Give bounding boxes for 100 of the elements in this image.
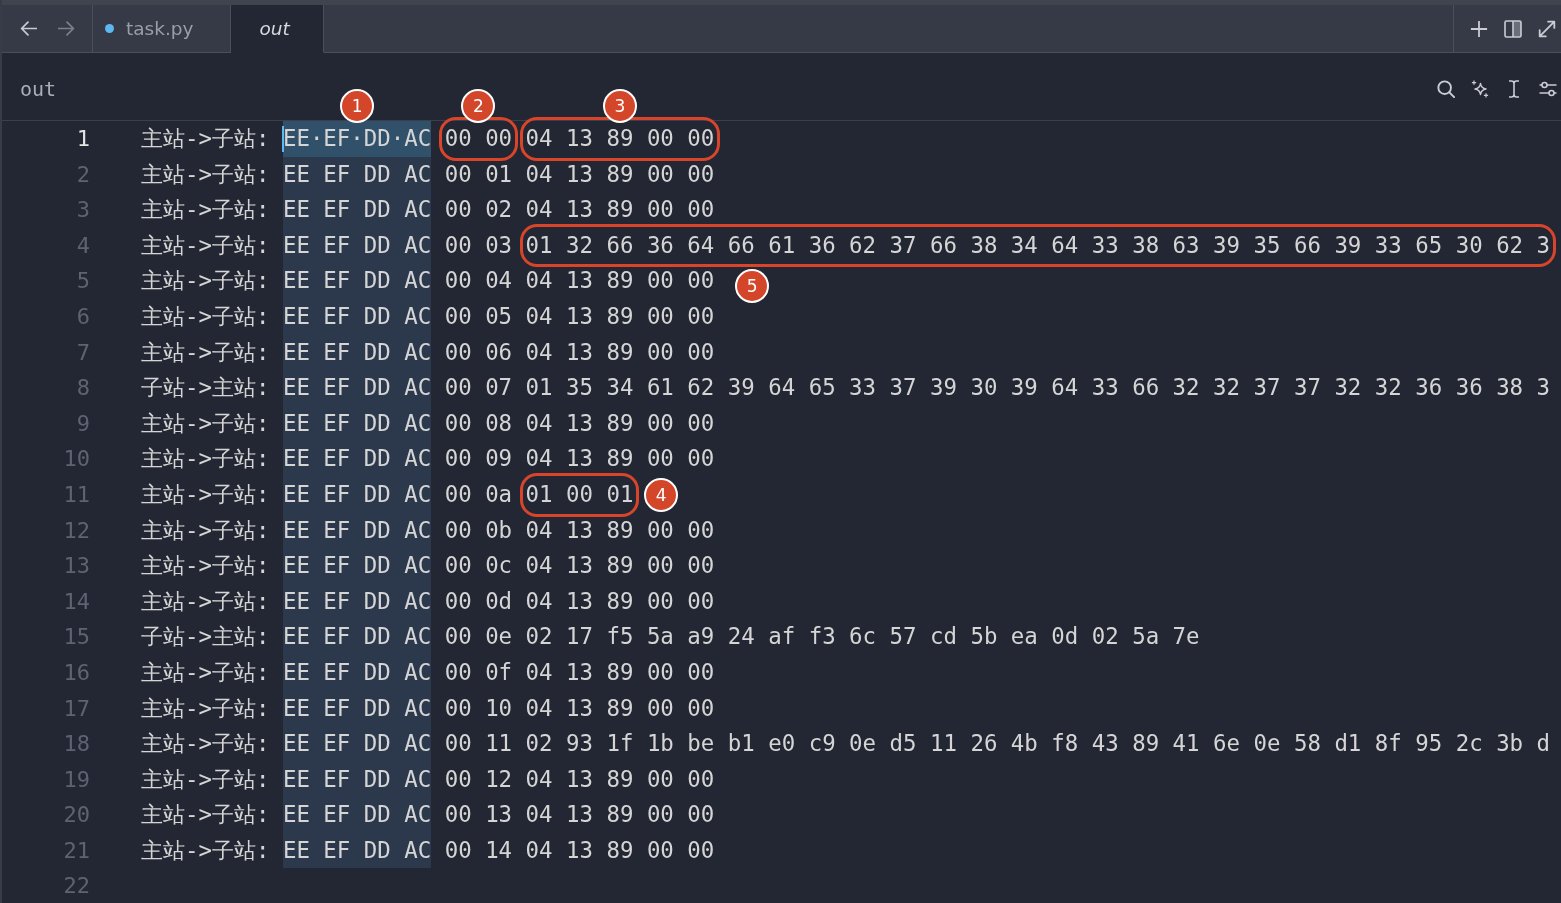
sequence-bytes: 00 03 [444, 231, 513, 258]
search-icon[interactable] [1437, 79, 1455, 98]
panel-title: out [20, 76, 57, 101]
sequence-bytes: 00 04 [444, 267, 513, 294]
line-number: 8 [76, 375, 90, 401]
line-number: 18 [63, 731, 90, 757]
line-number: 4 [76, 232, 90, 258]
payload-bytes: 02 93 1f 1b be b1 e0 c9 0e d5 11 26 4b f8 43 89 41 6e 0e 58 d1 8f 95 2c 3b d [525, 730, 1551, 757]
line-number: 16 [63, 659, 90, 685]
direction-text: 主站->子站: [141, 515, 270, 545]
direction-text: 主站->子站: [141, 266, 270, 296]
direction-text: 子站->主站: [141, 373, 270, 403]
sequence-bytes: 00 13 [444, 801, 513, 828]
header-bytes: EE EF DD AC [282, 441, 432, 477]
number-badge: 1 [340, 89, 375, 123]
editor-tab[interactable]: out [230, 5, 324, 53]
sequence-bytes: 00 07 [444, 374, 513, 401]
direction-text: 主站->子站: [141, 586, 270, 616]
payload-bytes: 04 13 89 00 00 [525, 765, 715, 792]
direction-text: 主站->子站: [141, 729, 270, 759]
editor-tab[interactable]: task.py [93, 5, 231, 53]
arrow-left-icon[interactable] [20, 21, 37, 36]
line-number: 2 [76, 161, 90, 187]
sliders-icon[interactable] [1539, 79, 1557, 98]
direction-text: 主站->子站: [141, 444, 270, 474]
expand-icon[interactable] [1538, 19, 1556, 38]
header-bytes: EE·EF·DD·AC [282, 121, 432, 157]
payload-bytes: 02 17 f5 5a a9 24 af f3 6c 57 cd 5b ea 0d 02 5a 7e [525, 623, 1200, 650]
payload-bytes: 04 13 89 00 00 [525, 516, 715, 543]
line-number: 20 [63, 802, 90, 828]
header-bytes: EE EF DD AC [282, 690, 432, 727]
split-view-icon[interactable] [1504, 19, 1522, 38]
payload-bytes: 04 13 89 00 00 [525, 658, 715, 685]
payload-bytes: 01 00 01 [525, 480, 634, 507]
direction-text: 主站->子站: [141, 693, 270, 723]
direction-text: 主站->子站: [141, 230, 270, 260]
header-bytes: EE EF DD AC [282, 370, 432, 406]
line-number: 19 [63, 766, 90, 792]
header-bytes: EE EF DD AC [282, 512, 432, 549]
line-number: 3 [76, 197, 90, 223]
number-badge: 2 [461, 89, 496, 123]
direction-text: 主站->子站: [141, 835, 270, 865]
sequence-bytes: 00 14 [444, 836, 513, 863]
direction-text: 主站->子站: [141, 337, 270, 367]
sequence-bytes: 00 12 [444, 765, 513, 792]
line-number: 21 [63, 837, 90, 863]
direction-text: 主站->子站: [141, 159, 270, 189]
sequence-bytes: 00 06 [444, 338, 513, 365]
sequence-bytes: 00 05 [444, 302, 513, 329]
line-number: 15 [63, 624, 90, 650]
direction-text: 主站->子站: [141, 124, 270, 153]
sequence-bytes: 00 08 [444, 409, 513, 436]
sequence-bytes: 00 11 [444, 730, 513, 757]
sequence-bytes: 00 02 [444, 196, 513, 223]
sequence-bytes: 00 09 [444, 445, 513, 472]
header-bytes: EE EF DD AC [282, 334, 432, 371]
direction-text: 主站->子站: [141, 408, 270, 438]
header-bytes: EE EF DD AC [282, 298, 432, 335]
number-badge: 3 [602, 89, 637, 123]
direction-text: 主站->子站: [141, 764, 270, 794]
plus-icon[interactable] [1470, 19, 1488, 38]
header-bytes: EE EF DD AC [282, 476, 432, 513]
line-number: 9 [76, 410, 90, 436]
direction-text: 主站->子站: [141, 301, 270, 331]
direction-text: 主站->子站: [141, 800, 270, 830]
payload-bytes: 04 13 89 00 00 [525, 694, 715, 721]
number-badge: 4 [644, 477, 679, 512]
payload-bytes: 04 13 89 00 00 [525, 445, 715, 472]
line-number: 6 [76, 303, 90, 329]
line-number: 10 [63, 446, 90, 472]
header-bytes: EE EF DD AC [282, 761, 432, 798]
sparkle-icon[interactable] [1471, 79, 1489, 98]
sequence-bytes: 00 0a [444, 480, 513, 507]
header-bytes: EE EF DD AC [282, 156, 432, 193]
direction-text: 主站->子站: [141, 479, 270, 509]
payload-bytes: 01 32 66 36 64 66 61 36 62 37 66 38 34 64 33 38 63 39 35 66 39 33 65 30 62 3 [525, 231, 1551, 258]
payload-bytes: 04 13 89 00 00 [525, 409, 715, 436]
sequence-bytes: 00 0e [444, 623, 513, 650]
header-bytes: EE EF DD AC [282, 405, 432, 442]
line-number: 11 [63, 481, 90, 507]
sequence-bytes: 00 0c [444, 552, 513, 579]
header-bytes: EE EF DD AC [282, 227, 432, 264]
payload-bytes: 04 13 89 00 00 [525, 160, 715, 187]
line-number: 14 [63, 588, 90, 614]
direction-text: 主站->子站: [141, 551, 270, 581]
payload-bytes: 04 13 89 00 00 [525, 552, 715, 579]
payload-bytes: 04 13 89 00 00 [525, 836, 715, 863]
line-number: 12 [63, 517, 90, 543]
direction-text: 子站->主站: [141, 622, 270, 652]
payload-bytes: 04 13 89 00 00 [525, 302, 715, 329]
line-number: 5 [76, 268, 90, 294]
header-bytes: EE EF DD AC [282, 583, 432, 620]
line-number: 13 [63, 553, 90, 579]
payload-bytes: 04 13 89 00 00 [525, 801, 715, 828]
sequence-bytes: 00 0f [444, 658, 513, 685]
payload-bytes: 01 35 34 61 62 39 64 65 33 37 39 30 39 64 33 66 32 32 37 37 32 32 36 36 38 3 [525, 374, 1551, 401]
direction-text: 主站->子站: [141, 657, 270, 687]
sequence-bytes: 00 10 [444, 694, 513, 721]
header-bytes: EE EF DD AC [282, 654, 432, 691]
payload-bytes: 04 13 89 00 00 [525, 267, 715, 294]
